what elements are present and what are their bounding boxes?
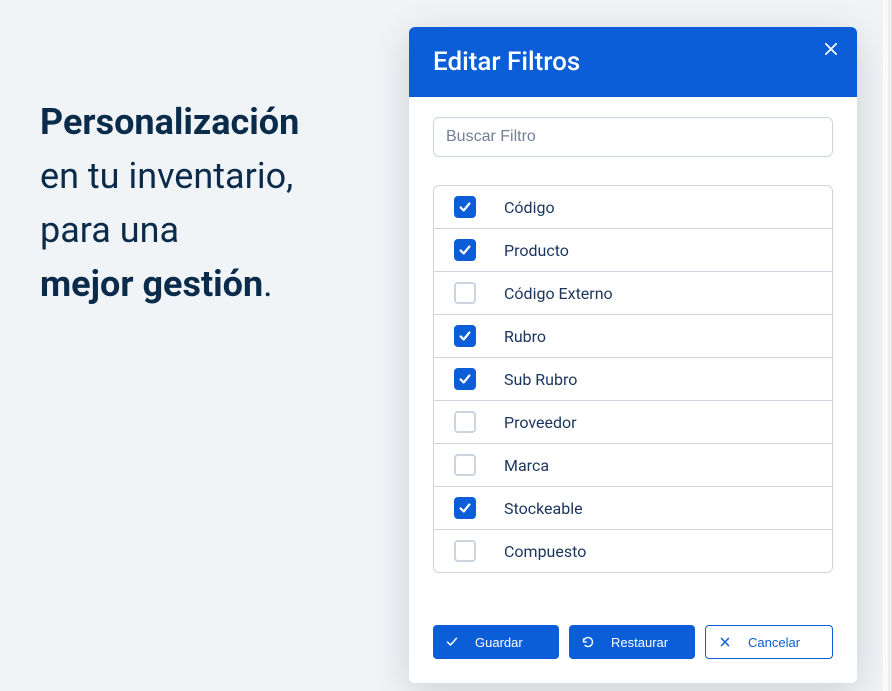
- filter-list: Código Producto Código Externo Rubro Sub Rub…: [433, 185, 833, 573]
- search-filter-input[interactable]: [433, 117, 833, 157]
- restore-button-label: Restaurar: [611, 635, 668, 650]
- filter-checkbox[interactable]: [454, 454, 476, 476]
- filter-row[interactable]: Código: [434, 186, 832, 229]
- filter-checkbox[interactable]: [454, 239, 476, 261]
- hero-line3: para una: [40, 209, 179, 251]
- hero-line4: mejor gestión: [40, 263, 263, 305]
- filter-checkbox[interactable]: [454, 497, 476, 519]
- filter-row[interactable]: Marca: [434, 444, 832, 487]
- modal-footer: Guardar Restaurar Cancelar: [409, 625, 857, 683]
- hero-line1: Personalización: [40, 101, 299, 143]
- filter-label: Rubro: [504, 327, 546, 346]
- restore-button[interactable]: Restaurar: [569, 625, 695, 659]
- filter-label: Código Externo: [504, 284, 613, 303]
- filter-label: Stockeable: [504, 499, 583, 518]
- close-icon: [825, 38, 837, 61]
- edit-filters-modal: Editar Filtros Código Producto Código Exte…: [409, 27, 857, 683]
- filter-row[interactable]: Producto: [434, 229, 832, 272]
- x-icon: [718, 635, 732, 649]
- filter-checkbox[interactable]: [454, 282, 476, 304]
- hero-title: Personalización en tu inventario, para u…: [40, 95, 370, 311]
- refresh-icon: [581, 635, 595, 649]
- modal-header: Editar Filtros: [409, 27, 857, 97]
- filter-checkbox[interactable]: [454, 196, 476, 218]
- page-edge-decoration: [882, 0, 892, 691]
- cancel-button[interactable]: Cancelar: [705, 625, 833, 659]
- filter-label: Compuesto: [504, 542, 586, 561]
- filter-checkbox[interactable]: [454, 411, 476, 433]
- filter-checkbox[interactable]: [454, 325, 476, 347]
- hero-heading: Personalización en tu inventario, para u…: [40, 95, 370, 311]
- close-button[interactable]: [819, 37, 843, 61]
- filter-row[interactable]: Proveedor: [434, 401, 832, 444]
- modal-body: Código Producto Código Externo Rubro Sub Rub…: [409, 97, 857, 597]
- filter-row[interactable]: Stockeable: [434, 487, 832, 530]
- filter-checkbox[interactable]: [454, 540, 476, 562]
- filter-label: Proveedor: [504, 413, 577, 432]
- cancel-button-label: Cancelar: [748, 635, 800, 650]
- filter-checkbox[interactable]: [454, 368, 476, 390]
- filter-row[interactable]: Rubro: [434, 315, 832, 358]
- save-button[interactable]: Guardar: [433, 625, 559, 659]
- filter-label: Producto: [504, 241, 569, 260]
- hero-period: .: [263, 263, 273, 305]
- filter-label: Marca: [504, 456, 549, 475]
- filter-row[interactable]: Sub Rubro: [434, 358, 832, 401]
- hero-line2: en tu inventario,: [40, 155, 293, 197]
- filter-label: Sub Rubro: [504, 370, 577, 389]
- filter-row[interactable]: Código Externo: [434, 272, 832, 315]
- save-button-label: Guardar: [475, 635, 523, 650]
- check-icon: [445, 635, 459, 649]
- filter-row[interactable]: Compuesto: [434, 530, 832, 572]
- filter-label: Código: [504, 198, 555, 217]
- modal-title: Editar Filtros: [433, 47, 833, 77]
